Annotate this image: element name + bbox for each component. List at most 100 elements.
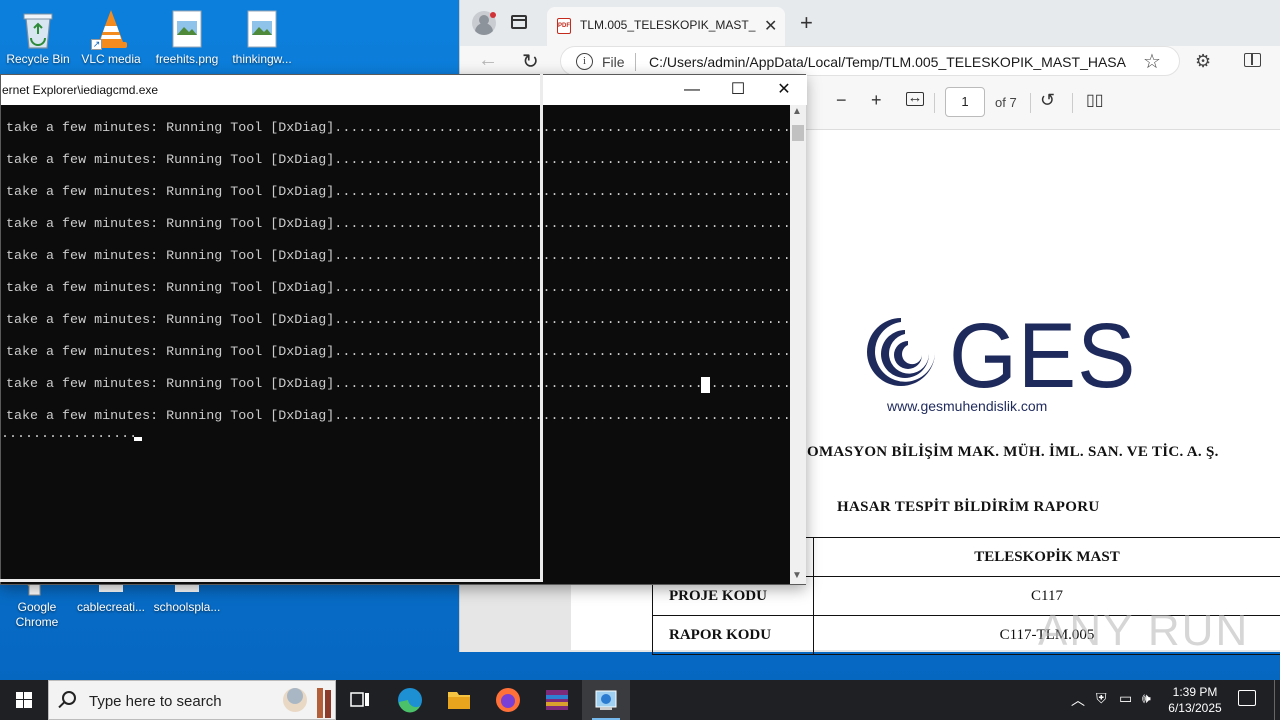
tab-bar: PDF TLM.005_TELESKOPIK_MAST_HASAR_ ✕ + [460,0,1280,46]
taskbar-firefox[interactable] [484,680,532,720]
firefox-icon [496,688,520,712]
console-selection-cursor [701,377,710,393]
console-line: take a few minutes: Running Tool [DxDiag… [6,313,790,328]
address-bar-row: ← ↻ i File C:/Users/admin/AppData/Local/… [460,46,1280,76]
back-arrow-icon[interactable]: ← [478,49,498,72]
desktop-icon-cablecreati[interactable]: cablecreati... [73,580,149,615]
desktop-icon-label: freehits.png [155,52,219,66]
url-text[interactable]: C:/Users/admin/AppData/Local/Temp/TLM.00… [649,54,1127,70]
page-view-icon[interactable]: ▯▯ [1086,90,1104,110]
search-icon [62,691,76,705]
taskbar-search-box[interactable]: Type here to search [48,680,336,720]
taskbar-iediagcmd[interactable] [582,680,630,720]
page-number-input[interactable]: 1 [945,87,985,117]
tab-close-icon[interactable]: ✕ [764,16,777,36]
new-tab-button[interactable]: + [800,10,813,36]
start-button[interactable] [0,680,48,720]
search-placeholder: Type here to search [89,693,222,710]
desktop-icon-schoolspla[interactable]: schoolspla... [149,580,225,615]
company-name: OMASYON BİLİŞİM MAK. MÜH. İML. SAN. VE T… [807,444,1219,460]
image-file-icon [242,8,282,50]
desktop-icon-label: Recycle Bin [6,52,70,66]
volume-icon[interactable]: 🕪 [1142,690,1151,707]
diagnostic-tool-icon [595,690,617,710]
minimize-button[interactable]: — [669,79,715,101]
desktop-icon-recycle-bin[interactable]: Recycle Bin [0,8,76,67]
vlc-cone-icon: ↗ [91,8,131,50]
close-button[interactable]: ✕ [761,79,807,101]
shortcut-arrow-icon: ↗ [91,39,102,50]
desktop-icon-label: thinkingw... [232,52,292,66]
edge-icon [398,688,422,713]
console-line: take a few minutes: Running Tool [DxDiag… [6,217,790,232]
extensions-icon[interactable]: ⚙ [1195,51,1211,72]
folder-icon [448,692,470,709]
zoom-in-icon[interactable]: + [871,90,882,111]
zoom-out-icon[interactable]: − [836,90,847,111]
network-icon[interactable]: ▭ [1119,690,1132,707]
pdf-file-icon: PDF [557,18,571,34]
refresh-icon[interactable]: ↻ [522,49,539,74]
notification-dot [490,12,496,18]
show-hidden-icons-chevron-up-icon[interactable]: ︿ [1071,690,1085,710]
desktop-icon-vlc[interactable]: ↗ VLC media [73,8,149,67]
ges-logo-text: GES [949,305,1137,407]
desktop-icon-google-chrome[interactable]: Google Chrome [0,580,75,630]
desktop-icon-label: schoolspla... [153,600,221,614]
address-bar[interactable]: i File C:/Users/admin/AppData/Local/Temp… [560,46,1180,76]
url-separator [635,53,636,71]
desktop-icon-label-line2: Chrome [15,615,59,629]
notification-center-icon[interactable] [1238,690,1256,706]
taskbar-file-explorer[interactable] [435,680,483,720]
taskbar-edge[interactable] [386,680,434,720]
task-view-button[interactable] [336,680,384,720]
desktop-icon-freehits[interactable]: freehits.png [149,8,225,67]
console-line: take a few minutes: Running Tool [DxDiag… [6,153,790,168]
console-line: take a few minutes: Running Tool [DxDiag… [6,121,790,136]
console-output[interactable]: take a few minutes: Running Tool [DxDiag… [1,105,790,584]
taskbar: Type here to search ︿ ⛨ ▭ 🕪 1:39 PM 6/13… [0,680,1280,720]
scroll-thumb[interactable] [792,125,804,141]
fit-to-width-icon[interactable]: ↔ [906,90,924,106]
page-count-label: of 7 [995,95,1017,110]
security-shield-icon[interactable]: ⛨ [1096,690,1107,707]
rotate-icon[interactable]: ↺ [1040,90,1055,111]
tab-title: TLM.005_TELESKOPIK_MAST_HASAR_ [580,18,756,32]
ges-swirl-logo-icon [867,318,935,386]
task-view-icon [350,692,369,707]
console-line: take a few minutes: Running Tool [DxDiag… [6,377,790,392]
anyrun-watermark: ANY RUN [1038,606,1250,655]
table-value: TELESKOPİK MAST [813,537,1280,577]
clock-time: 1:39 PM [1172,685,1218,699]
toolbar-separator [934,93,935,113]
winrar-icon [546,690,568,710]
toolbar-separator [1072,93,1073,113]
desktop-icon-thinkingw[interactable]: thinkingw... [224,8,300,67]
console-line: take a few minutes: Running Tool [DxDiag… [6,281,790,296]
tab-actions-icon[interactable] [511,15,527,29]
favorite-star-icon[interactable]: ☆ [1143,49,1161,74]
desktop-icon-label: VLC media [81,52,141,66]
console-line: take a few minutes: Running Tool [DxDiag… [6,249,790,264]
taskbar-clock[interactable]: 1:39 PM 6/13/2025 [1166,684,1224,716]
windows-logo-icon [16,692,32,708]
console-window: ernet Explorer\iediagcmd.exe — ☐ ✕ take … [0,74,807,585]
console-scrollbar[interactable]: ▲ ▼ [790,105,806,584]
tab-pdf-document[interactable]: PDF TLM.005_TELESKOPIK_MAST_HASAR_ ✕ [547,7,785,46]
ges-logo: GES [853,305,1135,407]
search-highlight-illustration-icon [283,688,331,718]
company-website: www.gesmuhendislik.com [887,398,1048,414]
console-line: ................. [1,427,138,442]
show-desktop-button[interactable] [1274,680,1275,720]
maximize-button[interactable]: ☐ [715,79,761,101]
scroll-down-icon[interactable]: ▼ [792,570,802,581]
scroll-up-icon[interactable]: ▲ [792,106,802,117]
console-line: take a few minutes: Running Tool [DxDiag… [6,185,790,200]
taskbar-winrar[interactable] [533,680,581,720]
report-title: HASAR TESPİT BİLDİRİM RAPORU [837,499,1100,515]
toolbar-separator [1030,93,1031,113]
info-icon[interactable]: i [576,53,593,70]
split-screen-icon[interactable] [1244,53,1261,67]
desktop-icon-label: cablecreati... [76,600,146,614]
console-title-bar[interactable]: ernet Explorer\iediagcmd.exe — ☐ ✕ [1,75,807,105]
